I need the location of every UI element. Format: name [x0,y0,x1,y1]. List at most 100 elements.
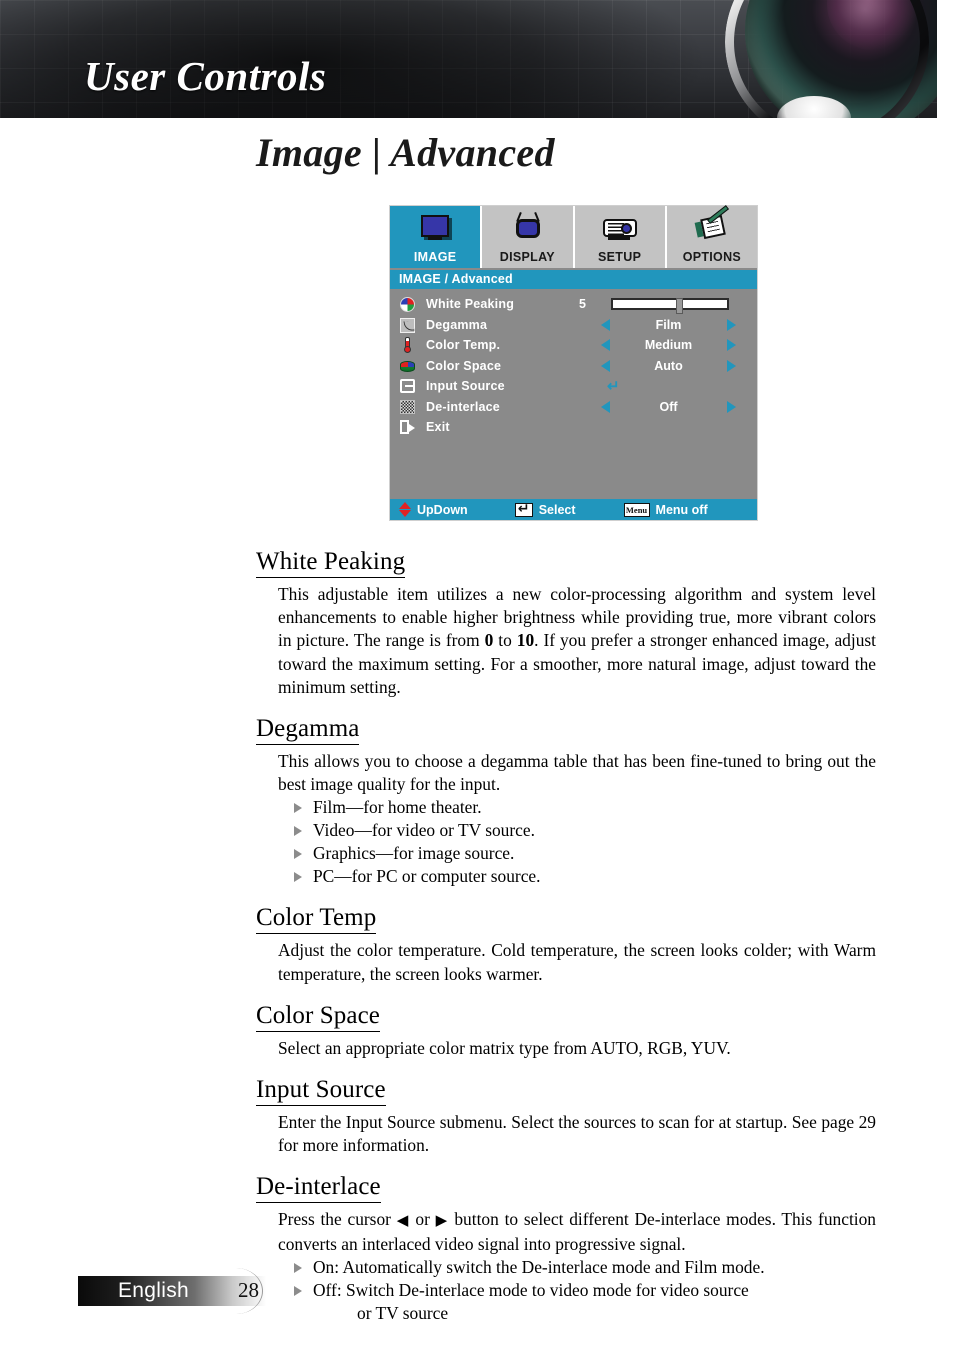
osd-hint-bar: UpDown Select Menu Menu off [390,499,757,520]
color-temp-value: Medium [644,338,693,353]
osd-tab-options-label: OPTIONS [682,250,742,264]
color-wheel-icon [399,296,417,313]
color-cylinder-icon [399,358,417,374]
dither-pattern-icon [399,399,417,415]
osd-row-input-source-label: Input Source [426,379,505,394]
left-arrow-icon[interactable] [601,318,610,331]
right-arrow-icon[interactable] [727,359,736,372]
de-interlace-option-list: On: Automatically switch the De-interlac… [292,1256,876,1325]
osd-hint-updown: UpDown [399,502,468,517]
list-item-continuation: or TV source [357,1302,449,1323]
section-paragraph: Press the cursor ◀ or ▶ button to select… [278,1209,876,1254]
osd-menu-list: White Peaking 5 Degamma Film Color Temp.… [390,289,757,504]
list-item: Off: Switch De-interlace mode to video m… [292,1279,876,1325]
section-heading: Input Source [256,1076,386,1107]
gamma-curve-icon [399,317,417,333]
list-item: Graphics—for image source. [292,842,876,865]
thermometer-icon [399,337,417,354]
osd-row-color-space[interactable]: Color Space Auto [390,356,757,377]
tv-icon [507,213,547,243]
page-header-title: User Controls [84,53,327,99]
section-color-temp: Color Temp Adjust the color temperature.… [256,904,876,985]
osd-tab-display[interactable]: DISPLAY [482,206,575,268]
osd-row-de-interlace-label: De-interlace [426,399,500,414]
right-arrow-icon[interactable] [727,339,736,352]
right-arrow-icon[interactable] [727,400,736,413]
osd-menu-screenshot: IMAGE DISPLAY SETUP OPTIONS IMAGE / Adva… [389,205,758,521]
degamma-stepper[interactable]: Film [601,316,736,334]
section-degamma: Degamma This allows you to choose a dega… [256,715,876,888]
list-item-text: Off: Switch De-interlace mode to video m… [313,1279,749,1300]
osd-row-color-temp-label: Color Temp. [426,338,501,353]
osd-tab-display-label: DISPLAY [499,250,555,264]
white-peaking-value: 5 [579,297,586,312]
osd-row-white-peaking[interactable]: White Peaking 5 [390,294,757,315]
osd-hint-updown-label: UpDown [417,502,468,517]
osd-tab-setup-label: SETUP [598,250,642,264]
section-paragraph: This adjustable item utilizes a new colo… [278,584,876,697]
notepad-pencil-icon [692,205,732,243]
osd-tab-options[interactable]: OPTIONS [666,205,757,268]
list-item: On: Automatically switch the De-interlac… [292,1256,876,1279]
left-arrow-icon[interactable] [601,359,610,372]
color-space-stepper[interactable]: Auto [601,357,736,375]
header-right-margin [937,0,954,118]
section-paragraph: Adjust the color temperature. Cold tempe… [278,940,876,984]
left-arrow-icon[interactable] [601,339,610,352]
projector-icon [600,213,640,243]
section-paragraph: This allows you to choose a degamma tabl… [278,751,876,795]
osd-row-input-source[interactable]: Input Source ↵ [390,376,757,397]
degamma-value: Film [655,317,682,332]
input-source-enter[interactable]: ↵ [601,377,736,395]
osd-row-degamma-label: Degamma [426,317,488,332]
osd-row-color-space-label: Color Space [426,358,502,373]
osd-tab-setup[interactable]: SETUP [574,206,667,268]
osd-hint-menu-off-label: Menu off [655,502,708,517]
osd-hint-menu-off: Menu Menu off [623,502,708,517]
section-heading: Color Temp [256,904,377,935]
page-title: Image | Advanced [256,130,555,175]
list-item: PC—for PC or computer source. [292,865,876,888]
section-heading: Color Space [256,1002,380,1032]
osd-tab-image-label: IMAGE [413,250,457,264]
enter-arrow-icon: ↵ [607,377,620,395]
osd-section-title: IMAGE / Advanced [390,270,757,289]
osd-tab-bar: IMAGE DISPLAY SETUP OPTIONS [390,205,757,268]
list-item: Video—for video or TV source. [292,819,876,842]
osd-row-exit-label: Exit [426,420,450,435]
monitor-icon [415,213,455,243]
menu-key-icon: Menu [623,502,650,517]
article-content: White Peaking This adjustable item utili… [256,548,876,1325]
osd-tab-image[interactable]: IMAGE [390,206,483,268]
osd-row-color-temp[interactable]: Color Temp. Medium [390,335,757,356]
osd-row-degamma[interactable]: Degamma Film [390,315,757,336]
section-input-source: Input Source Enter the Input Source subm… [256,1076,876,1157]
left-arrow-icon[interactable] [601,400,610,413]
section-heading: De-interlace [256,1173,381,1204]
osd-hint-select: Select [514,501,576,517]
osd-row-white-peaking-label: White Peaking [426,297,515,312]
slider-thumb[interactable] [675,298,683,315]
de-interlace-value: Off [659,399,678,414]
right-arrow-icon[interactable] [727,318,736,331]
section-heading: Degamma [256,715,360,746]
section-white-peaking: White Peaking This adjustable item utili… [256,548,876,699]
slider-track[interactable] [611,298,729,315]
de-interlace-stepper[interactable]: Off [601,398,736,416]
section-paragraph: Select an appropriate color matrix type … [278,1037,731,1058]
updown-arrows-icon [399,502,411,517]
page-number: 28 [238,1278,259,1302]
color-space-value: Auto [654,358,683,373]
osd-row-exit[interactable]: Exit [390,417,757,438]
color-temp-stepper[interactable]: Medium [601,336,736,354]
osd-row-de-interlace[interactable]: De-interlace Off [390,397,757,418]
white-peaking-slider[interactable]: 5 [579,295,736,315]
input-arrow-icon [399,378,417,394]
list-item: Film—for home theater. [292,796,876,819]
exit-arrow-icon [399,419,417,435]
degamma-option-list: Film—for home theater. Video—for video o… [292,796,876,888]
section-paragraph: Enter the Input Source submenu. Select t… [278,1112,876,1156]
section-color-space: Color Space Select an appropriate color … [256,1002,876,1060]
section-heading: White Peaking [256,548,406,578]
projector-lens-photo [717,0,937,118]
